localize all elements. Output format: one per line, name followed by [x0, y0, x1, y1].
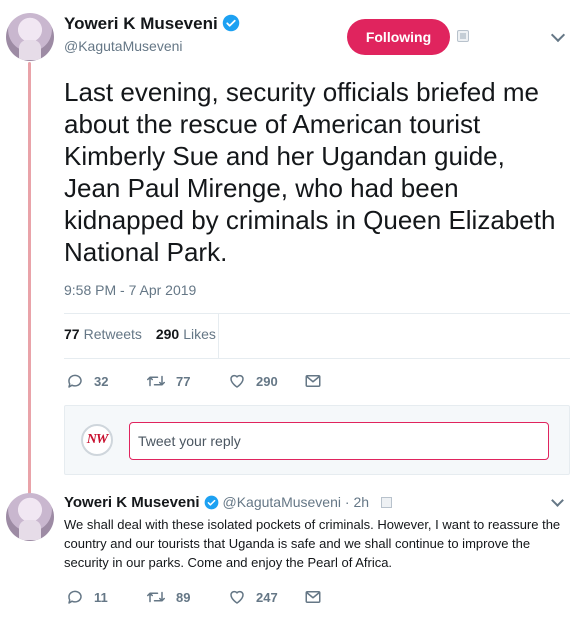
retweet-icon — [147, 591, 165, 603]
retweet-icon — [147, 375, 165, 387]
divider — [64, 313, 570, 314]
reply-input[interactable] — [129, 422, 549, 460]
reply-icon — [68, 590, 82, 604]
tweet-actions: 11 89 247 — [66, 588, 346, 608]
retweets-stat[interactable]: 77 Retweets — [64, 326, 142, 342]
author-name-text[interactable]: Yoweri K Museveni — [64, 14, 218, 33]
tweet-actions: 32 77 290 — [66, 372, 346, 392]
avatar[interactable] — [6, 493, 54, 541]
like-icon — [230, 374, 244, 388]
divider — [64, 358, 570, 359]
like-icon — [230, 590, 244, 604]
verified-badge-icon — [204, 495, 218, 510]
reply-icon — [68, 374, 82, 388]
avatar[interactable] — [6, 13, 54, 61]
direct-message-icon — [305, 591, 321, 603]
likes-stat[interactable]: 290 Likes — [156, 326, 216, 342]
tweet-timestamp[interactable]: 9:58 PM - 7 Apr 2019 — [64, 282, 196, 298]
retweet-action[interactable]: 77 — [146, 372, 190, 390]
tweet-time[interactable]: · 2h — [345, 494, 369, 510]
chevron-down-icon[interactable] — [550, 27, 566, 43]
like-action[interactable]: 247 — [228, 588, 278, 606]
stats-divider — [218, 313, 219, 358]
block-icon[interactable] — [457, 30, 469, 42]
thread-connector-line — [28, 62, 31, 494]
block-icon[interactable] — [380, 497, 392, 508]
reply-action[interactable]: 11 — [66, 588, 108, 606]
direct-message-action[interactable] — [304, 372, 332, 390]
author-name[interactable]: Yoweri K Museveni — [64, 494, 200, 511]
direct-message-action[interactable] — [304, 588, 332, 606]
user-avatar[interactable]: NW — [81, 424, 113, 456]
reply-action[interactable]: 32 — [66, 372, 108, 390]
tweet-text: We shall deal with these isolated pocket… — [64, 517, 561, 570]
author-handle[interactable]: @KagutaMuseveni — [64, 38, 183, 54]
chevron-down-icon[interactable] — [551, 494, 564, 507]
reply-composer: NW — [64, 405, 570, 475]
reply-tweet-header: Yoweri K Museveni @KagutaMuseveni · 2h — [64, 494, 392, 511]
following-button[interactable]: Following — [347, 19, 450, 55]
tweet-text: Last evening, security officials briefed… — [64, 77, 556, 267]
direct-message-icon — [305, 375, 321, 387]
author-name[interactable]: Yoweri K Museveni — [64, 14, 240, 34]
author-handle[interactable]: @KagutaMuseveni — [222, 494, 341, 510]
retweet-action[interactable]: 89 — [146, 588, 190, 606]
verified-badge-icon — [222, 14, 239, 32]
tweet-stats: 77 Retweets 290 Likes — [64, 326, 216, 342]
like-action[interactable]: 290 — [228, 372, 278, 390]
